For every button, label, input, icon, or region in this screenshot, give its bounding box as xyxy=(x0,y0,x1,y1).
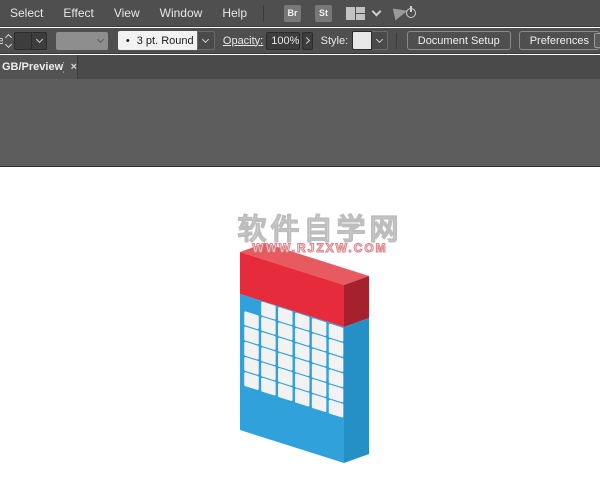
opacity-value: 100% xyxy=(271,35,299,47)
width-profile-dropdown[interactable] xyxy=(56,32,108,50)
menu-help[interactable]: Help xyxy=(212,0,257,27)
document-tab[interactable]: GB/Preview) × xyxy=(0,55,78,79)
brush-name: 3 pt. Round xyxy=(137,35,194,47)
document-tab-label: GB/Preview) xyxy=(2,61,64,73)
workspace-chevron-down-icon[interactable] xyxy=(372,6,382,16)
menu-window[interactable]: Window xyxy=(150,0,213,27)
menu-bar: Select Effect View Window Help Br St xyxy=(0,0,600,27)
pasteboard[interactable] xyxy=(0,79,600,167)
stroke-weight-dropdown[interactable] xyxy=(14,32,47,50)
calendar-illustration xyxy=(235,235,375,470)
gpu-performance-icon[interactable] xyxy=(394,5,416,21)
width-profile-chevron-icon xyxy=(97,36,104,43)
style-chevron-icon[interactable] xyxy=(372,31,388,50)
opacity-expand-button[interactable] xyxy=(302,32,312,50)
menu-view[interactable]: View xyxy=(104,0,150,27)
menu-effect[interactable]: Effect xyxy=(53,0,103,27)
workspace-switcher-icon[interactable] xyxy=(346,7,365,20)
brush-definition-dropdown[interactable]: • 3 pt. Round xyxy=(118,31,215,50)
bridge-button[interactable]: Br xyxy=(284,5,301,22)
stock-button[interactable]: St xyxy=(315,5,332,22)
illustrator-window: Select Effect View Window Help Br St e: xyxy=(0,0,600,493)
tab-close-icon[interactable]: × xyxy=(71,61,77,73)
menu-separator xyxy=(263,5,264,21)
style-dropdown[interactable] xyxy=(352,31,388,50)
menu-select[interactable]: Select xyxy=(0,0,53,27)
stroke-weight-chevron-icon[interactable] xyxy=(31,32,46,50)
opacity-link[interactable]: Opacity: xyxy=(223,35,263,47)
opacity-input[interactable]: 100% xyxy=(266,32,300,50)
preferences-button[interactable]: Preferences xyxy=(519,31,600,50)
document-setup-button[interactable]: Document Setup xyxy=(407,31,511,50)
brush-chevron-icon[interactable] xyxy=(197,31,215,50)
controlbar-separator xyxy=(396,33,397,49)
control-bar: e: • 3 pt. Round Opacity: 100% Style: xyxy=(0,28,600,54)
style-label: Style: xyxy=(321,35,349,47)
stepper-down-icon[interactable] xyxy=(5,40,12,47)
clipped-edge-control xyxy=(594,33,600,48)
style-swatch[interactable] xyxy=(352,31,372,50)
document-tab-bar: GB/Preview) × xyxy=(0,55,600,79)
stepper-up-icon[interactable] xyxy=(5,33,12,40)
stroke-weight-stepper[interactable] xyxy=(5,32,13,50)
stroke-label-fragment: e: xyxy=(0,35,3,47)
brush-preview-dot: • xyxy=(126,35,130,47)
